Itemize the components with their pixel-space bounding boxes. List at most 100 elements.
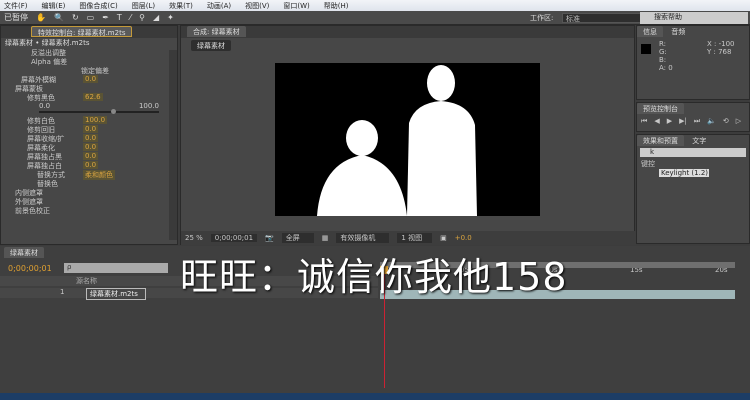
property-label: 替换方式 xyxy=(37,171,65,179)
menu-edit[interactable]: 编辑(E) xyxy=(42,1,66,11)
info-a: A: 0 xyxy=(659,64,673,72)
property-label: 修剪黑色 xyxy=(27,94,55,102)
first-frame-icon[interactable]: ⏮ xyxy=(641,117,647,126)
tab-info[interactable]: 信息 xyxy=(637,26,663,37)
property-label: 锁定偏差 xyxy=(81,67,109,75)
view-options-icon[interactable]: ▣ xyxy=(440,234,447,242)
property-value[interactable]: 0.0 xyxy=(83,161,99,169)
loop-icon[interactable]: ⟲ xyxy=(723,117,729,126)
menu-view[interactable]: 视图(V) xyxy=(245,1,269,11)
menu-help[interactable]: 帮助(H) xyxy=(324,1,349,11)
zoom-select[interactable]: 25 % xyxy=(185,234,203,242)
menu-composition[interactable]: 图像合成(C) xyxy=(79,1,117,11)
effect-property[interactable]: 修剪黑色 62.6 xyxy=(27,93,103,102)
camera-select[interactable]: 有效摄像机 xyxy=(336,233,390,243)
rotate-tool-icon[interactable]: ↻ xyxy=(72,13,79,22)
prev-frame-icon[interactable]: ◀ xyxy=(654,117,659,126)
composition-viewer[interactable] xyxy=(275,63,540,216)
property-label: 前景色校正 xyxy=(15,207,50,215)
effect-property[interactable]: 屏幕收缩/扩 0.0 xyxy=(27,134,99,143)
puppet-tool-icon[interactable]: ✦ xyxy=(167,13,174,22)
slider-thumb[interactable] xyxy=(111,109,117,114)
tab-timeline[interactable]: 绿幕素材 xyxy=(4,247,44,258)
property-value[interactable]: 0.0 xyxy=(83,143,99,151)
eraser-tool-icon[interactable]: ◢ xyxy=(153,13,159,22)
play-icon[interactable]: ▶ xyxy=(667,117,672,126)
menu-file[interactable]: 文件(F) xyxy=(4,1,28,11)
property-label: Alpha 偏差 xyxy=(31,58,68,66)
tab-text[interactable]: 文字 xyxy=(686,135,712,146)
effect-property[interactable]: 屏幕独占黑 0.0 xyxy=(27,152,99,161)
audio-icon[interactable]: 🔈 xyxy=(707,117,716,126)
effect-property[interactable]: 屏幕独占白 0.0 xyxy=(27,161,99,170)
ram-preview-icon[interactable]: ▷ xyxy=(736,117,741,126)
property-value[interactable]: 柔和颜色 xyxy=(83,170,115,180)
effect-property[interactable]: 屏幕蒙板 xyxy=(15,84,43,93)
windows-taskbar xyxy=(0,393,750,400)
effect-header: 绿幕素材 • 绿幕素材.m2ts xyxy=(5,39,90,47)
category-keying[interactable]: 键控 xyxy=(637,159,749,169)
keyed-footage-matte xyxy=(317,65,477,216)
effect-property[interactable]: Alpha 偏差 xyxy=(31,57,67,66)
comp-subtab[interactable]: 绿幕素材 xyxy=(191,40,231,51)
property-label: 屏幕柔化 xyxy=(27,144,55,152)
property-value[interactable]: 0.0 xyxy=(83,152,99,160)
effect-property[interactable]: 修剪回旧 0.0 xyxy=(27,125,99,134)
effect-property[interactable]: 锁定偏差 xyxy=(81,66,109,75)
effect-property[interactable]: 替换方式 柔和颜色 xyxy=(37,170,115,180)
stamp-tool-icon[interactable]: ⚲ xyxy=(139,13,145,22)
help-search-input[interactable]: 搜索帮助 xyxy=(640,12,748,24)
scrollbar[interactable] xyxy=(169,50,177,240)
pen-tool-icon[interactable]: ✒ xyxy=(102,13,109,22)
effect-property[interactable]: 内侧遮罩 xyxy=(15,188,43,197)
menu-layer[interactable]: 图层(L) xyxy=(132,1,155,11)
property-value[interactable]: 100.0 xyxy=(83,116,108,124)
trim-black-slider[interactable]: 0.0 100.0 xyxy=(39,102,159,114)
menu-effect[interactable]: 效果(T) xyxy=(169,1,193,11)
property-label: 外侧遮罩 xyxy=(15,198,43,206)
timeline-search-input[interactable]: ρ xyxy=(64,263,168,273)
info-g: G: xyxy=(659,48,667,56)
brush-tool-icon[interactable]: ⁄ xyxy=(130,13,131,22)
property-value[interactable]: 0.0 xyxy=(83,75,99,83)
tab-audio[interactable]: 音频 xyxy=(665,26,691,37)
effect-property[interactable]: 反溢出调整 xyxy=(31,48,66,57)
tab-preview[interactable]: 预览控制台 xyxy=(637,103,684,114)
views-select[interactable]: 1 视图 xyxy=(397,233,433,243)
text-tool-icon[interactable]: T xyxy=(117,13,122,22)
effects-search-input[interactable]: k xyxy=(640,148,746,157)
menu-window[interactable]: 窗口(W) xyxy=(283,1,309,11)
layer-name[interactable]: 绿幕素材.m2ts xyxy=(86,288,146,300)
property-value[interactable]: 0.0 xyxy=(83,125,99,133)
property-value[interactable]: 62.6 xyxy=(83,93,103,101)
zoom-tool-icon[interactable]: 🔍 xyxy=(54,13,64,22)
property-label: 修剪白色 xyxy=(27,117,55,125)
last-frame-icon[interactable]: ⏭ xyxy=(694,117,700,126)
camera-icon[interactable]: 📷 xyxy=(265,234,274,242)
effect-property[interactable]: 修剪白色 100.0 xyxy=(27,116,108,125)
effect-property[interactable]: 屏幕柔化 0.0 xyxy=(27,143,99,152)
exposure-value[interactable]: +0.0 xyxy=(455,234,472,242)
menu-animation[interactable]: 动画(A) xyxy=(207,1,231,11)
timecode-field[interactable]: 0;00;00;01 xyxy=(210,234,258,242)
effect-keylight[interactable]: Keylight (1.2) xyxy=(659,169,709,177)
property-value[interactable]: 0.0 xyxy=(83,134,99,142)
effect-property[interactable]: 外侧遮罩 xyxy=(15,197,43,206)
tab-composition[interactable]: 合成: 绿幕素材 xyxy=(187,26,246,37)
transparency-grid-icon[interactable]: ▦ xyxy=(322,234,329,242)
next-frame-icon[interactable]: ▶| xyxy=(679,117,687,126)
workspace-label: 工作区: xyxy=(530,14,554,22)
hand-tool-icon[interactable]: ✋ xyxy=(36,13,46,22)
resolution-select[interactable]: 全屏 xyxy=(281,233,314,243)
info-b: B: xyxy=(659,56,667,64)
effect-property[interactable]: 屏幕外模糊 0.0 xyxy=(21,75,99,84)
slider-min: 0.0 xyxy=(39,102,51,110)
rectangle-tool-icon[interactable]: ▭ xyxy=(87,13,95,22)
timeline-timecode[interactable]: 0;00;00;01 xyxy=(8,264,52,273)
tab-effect-controls[interactable]: 特效控制台: 绿幕素材.m2ts xyxy=(31,26,133,37)
effect-property[interactable]: 替换色 xyxy=(37,179,58,188)
effect-property[interactable]: 前景色校正 xyxy=(15,206,50,215)
property-label: 屏幕收缩/扩 xyxy=(27,135,65,143)
tab-effects-presets[interactable]: 效果和预置 xyxy=(637,135,684,146)
col-source-name: 源名称 xyxy=(76,277,97,285)
